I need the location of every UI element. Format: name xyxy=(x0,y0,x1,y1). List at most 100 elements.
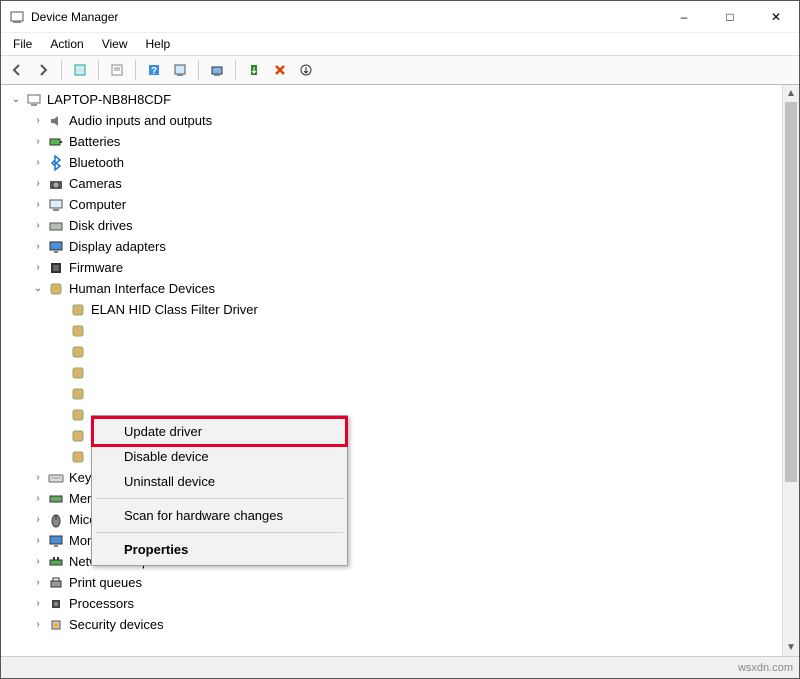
mouse-icon xyxy=(47,511,65,529)
chevron-icon[interactable]: › xyxy=(31,219,45,233)
tree-node[interactable]: ⌄ Human Interface Devices xyxy=(5,278,782,299)
tree-child[interactable] xyxy=(5,341,782,362)
context-menu-item[interactable]: Uninstall device xyxy=(94,469,345,494)
tree-label: Firmware xyxy=(69,257,123,278)
monitor-icon xyxy=(47,532,65,550)
tree-node[interactable]: ›Cameras xyxy=(5,173,782,194)
tree-root[interactable]: ⌄LAPTOP-NB8H8CDF xyxy=(5,89,782,110)
chevron-icon[interactable]: › xyxy=(31,135,45,149)
tree-node[interactable]: › Computer xyxy=(5,194,782,215)
help-button[interactable]: ? xyxy=(142,58,166,82)
chevron-icon[interactable]: › xyxy=(31,618,45,632)
disable-button[interactable] xyxy=(268,58,292,82)
context-menu-item[interactable]: Properties xyxy=(94,537,345,562)
tree-label: Computer xyxy=(69,194,126,215)
tree-label: Display adapters xyxy=(69,236,166,257)
hid-device-icon xyxy=(69,427,87,445)
menu-help[interactable]: Help xyxy=(138,35,179,53)
scroll-down-icon[interactable]: ▼ xyxy=(783,639,799,656)
chevron-icon[interactable] xyxy=(53,429,67,443)
tree-child[interactable] xyxy=(5,383,782,404)
chevron-icon[interactable] xyxy=(53,450,67,464)
back-button[interactable] xyxy=(5,58,29,82)
tree-label: Disk drives xyxy=(69,215,133,236)
hid-device-icon xyxy=(69,322,87,340)
scan-hardware-button[interactable] xyxy=(168,58,192,82)
chevron-icon[interactable]: › xyxy=(31,156,45,170)
chevron-icon[interactable]: › xyxy=(31,534,45,548)
device-tree[interactable]: ⌄LAPTOP-NB8H8CDF › Audio inputs and output… xyxy=(1,85,782,656)
tree-child[interactable] xyxy=(5,362,782,383)
chevron-icon[interactable]: › xyxy=(31,114,45,128)
tree-node[interactable]: › Audio inputs and outputs xyxy=(5,110,782,131)
chevron-icon[interactable] xyxy=(53,408,67,422)
keyboard-icon xyxy=(47,469,65,487)
menubar: File Action View Help xyxy=(1,33,799,55)
forward-button[interactable] xyxy=(31,58,55,82)
tree-child[interactable] xyxy=(5,320,782,341)
content-area: ⌄LAPTOP-NB8H8CDF › Audio inputs and output… xyxy=(1,85,799,656)
tree-node[interactable]: › Firmware xyxy=(5,257,782,278)
maximize-button[interactable]: □ xyxy=(707,1,753,33)
tree-label: Audio inputs and outputs xyxy=(69,110,212,131)
battery-icon xyxy=(47,133,65,151)
scroll-up-icon[interactable]: ▲ xyxy=(783,85,799,102)
chevron-icon[interactable]: › xyxy=(31,576,45,590)
chevron-icon[interactable] xyxy=(53,387,67,401)
tree-label: Security devices xyxy=(69,614,164,635)
show-hidden-button[interactable] xyxy=(68,58,92,82)
uninstall-button[interactable] xyxy=(242,58,266,82)
tree-node[interactable]: ›Batteries xyxy=(5,131,782,152)
legacy-button[interactable] xyxy=(294,58,318,82)
chevron-icon[interactable]: › xyxy=(31,513,45,527)
menu-view[interactable]: View xyxy=(94,35,136,53)
chevron-icon[interactable] xyxy=(53,345,67,359)
context-menu-item[interactable]: Scan for hardware changes xyxy=(94,503,345,528)
tree-label: Bluetooth xyxy=(69,152,124,173)
chevron-icon[interactable]: › xyxy=(31,492,45,506)
tree-node[interactable]: › Display adapters xyxy=(5,236,782,257)
context-menu: Update driverDisable deviceUninstall dev… xyxy=(91,415,348,566)
context-menu-separator xyxy=(96,532,343,533)
chevron-icon[interactable] xyxy=(53,324,67,338)
update-driver-button[interactable] xyxy=(205,58,229,82)
chevron-icon[interactable]: › xyxy=(31,240,45,254)
chevron-icon[interactable] xyxy=(53,303,67,317)
menu-action[interactable]: Action xyxy=(42,35,91,53)
chevron-icon[interactable]: › xyxy=(31,471,45,485)
chevron-icon[interactable]: › xyxy=(31,177,45,191)
context-menu-separator xyxy=(96,498,343,499)
minimize-button[interactable]: – xyxy=(661,1,707,33)
audio-icon xyxy=(47,112,65,130)
chevron-icon[interactable]: › xyxy=(31,261,45,275)
tree-label: Human Interface Devices xyxy=(69,278,215,299)
scroll-thumb[interactable] xyxy=(785,102,797,482)
tree-node[interactable]: › Processors xyxy=(5,593,782,614)
tree-node[interactable]: ›Print queues xyxy=(5,572,782,593)
cpu-icon xyxy=(47,595,65,613)
tree-child[interactable]: ELAN HID Class Filter Driver xyxy=(5,299,782,320)
menu-file[interactable]: File xyxy=(5,35,40,53)
properties-button[interactable] xyxy=(105,58,129,82)
chevron-icon[interactable]: › xyxy=(31,597,45,611)
tree-node[interactable]: › Disk drives xyxy=(5,215,782,236)
firmware-icon xyxy=(47,259,65,277)
chevron-icon[interactable]: › xyxy=(31,198,45,212)
context-menu-item[interactable]: Disable device xyxy=(94,444,345,469)
vertical-scrollbar[interactable]: ▲ ▼ xyxy=(782,85,799,656)
chevron-icon[interactable] xyxy=(53,366,67,380)
security-icon xyxy=(47,616,65,634)
chevron-icon[interactable]: › xyxy=(31,555,45,569)
close-button[interactable]: ✕ xyxy=(753,1,799,33)
hid-device-icon xyxy=(69,301,87,319)
memory-icon xyxy=(47,490,65,508)
chevron-icon[interactable]: ⌄ xyxy=(31,282,45,296)
chevron-icon[interactable]: ⌄ xyxy=(9,93,23,107)
watermark: wsxdn.com xyxy=(738,662,793,674)
tree-node[interactable]: › Security devices xyxy=(5,614,782,635)
context-menu-item[interactable]: Update driver xyxy=(91,416,348,447)
tree-node[interactable]: › Bluetooth xyxy=(5,152,782,173)
camera-icon xyxy=(47,175,65,193)
tree-label: Processors xyxy=(69,593,134,614)
hid-device-icon xyxy=(69,385,87,403)
